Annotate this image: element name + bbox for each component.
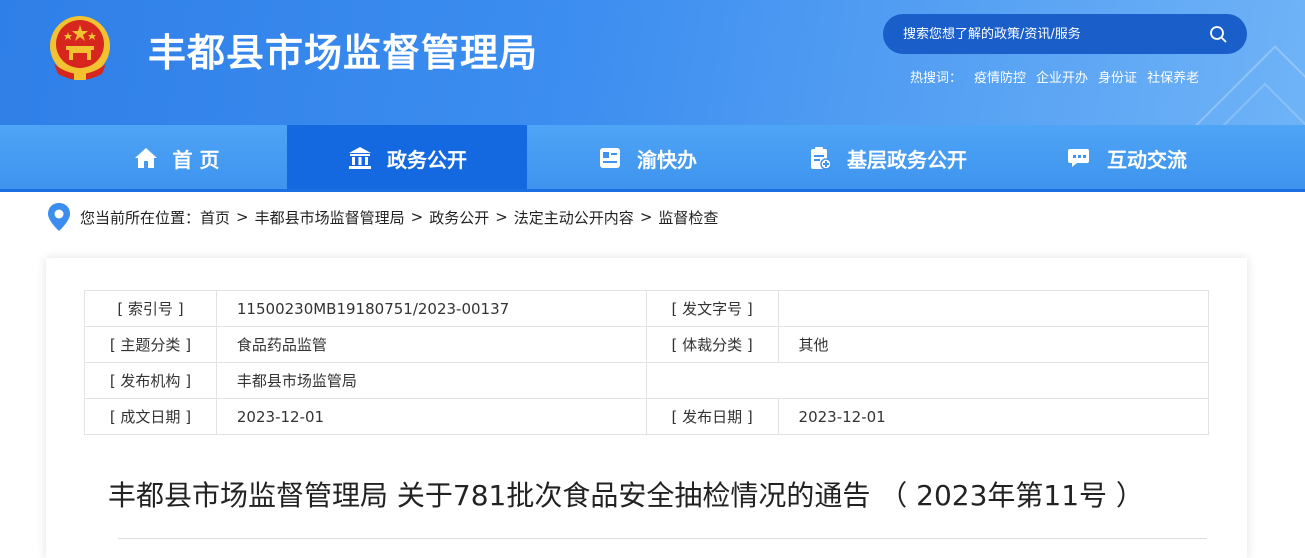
breadcrumb-link[interactable]: 法定主动公开内容 [514,207,634,228]
table-row: [ 索引号 ] 11500230MB19180751/2023-00137 [ … [84,290,1210,327]
hot-search-words: 热搜词： 疫情防控 企业开办 身份证 社保养老 [910,67,1199,86]
breadcrumb-link[interactable]: 首页 [200,207,230,228]
search-input[interactable] [903,26,1209,42]
publisher-value: 丰都县市场监管局 [215,362,647,399]
genre-value: 其他 [777,326,1210,363]
nav-item-label: 首 页 [172,147,220,172]
publish-date-value: 2023-12-01 [777,398,1210,435]
hot-word-link[interactable]: 身份证 [1098,67,1137,86]
topic-label: [ 主题分类 ] [84,326,217,363]
genre-label: [ 体裁分类 ] [645,326,779,363]
national-emblem-icon [50,16,110,80]
nav-item-home[interactable]: 首 页 [66,125,286,191]
breadcrumb-link[interactable]: 丰都县市场监督管理局 [255,207,405,228]
government-building-icon [349,147,371,169]
hot-word-link[interactable]: 企业开办 [1036,67,1088,86]
doc-no-label: [ 发文字号 ] [645,290,779,327]
search-box[interactable] [883,14,1247,54]
breadcrumb-link[interactable]: 政务公开 [429,207,489,228]
hot-search-label: 热搜词： [910,71,963,86]
written-date-value: 2023-12-01 [215,398,647,435]
hot-word-link[interactable]: 疫情防控 [974,67,1026,86]
nav-item-yukuaiban[interactable]: 渝快办 [527,125,767,191]
nav-item-interaction[interactable]: 互动交流 [1027,125,1227,191]
written-date-label: [ 成文日期 ] [84,398,217,435]
index-no-label: [ 索引号 ] [84,290,217,327]
breadcrumb: 您当前所在位置： 首页 > 丰都县市场监督管理局 > 政务公开 > 法定主动公开… [46,202,718,232]
table-row: [ 发布机构 ] 丰都县市场监管局 [84,362,1210,399]
topic-value: 食品药品监管 [215,326,647,363]
breadcrumb-separator: > [236,208,249,226]
breadcrumb-separator: > [495,208,508,226]
table-row: [ 主题分类 ] 食品药品监管 [ 体裁分类 ] 其他 [84,326,1210,363]
empty-cell [645,362,1210,399]
index-no-value: 11500230MB19180751/2023-00137 [215,290,647,327]
nav-bottom-border [0,189,1305,192]
service-card-icon [600,148,620,168]
publisher-label: [ 发布机构 ] [84,362,217,399]
publish-date-label: [ 发布日期 ] [645,398,779,435]
hot-word-link[interactable]: 社保养老 [1147,67,1199,86]
location-pin-icon [48,203,70,231]
site-header: 丰都县市场监督管理局 热搜词： 疫情防控 企业开办 身份证 社保养老 [0,0,1305,125]
breadcrumb-prefix: 您当前所在位置： [80,208,201,227]
nav-item-label: 基层政务公开 [847,147,967,172]
nav-item-label: 渝快办 [637,147,697,172]
nav-item-government-affairs[interactable]: 政务公开 [287,125,527,191]
site-title[interactable]: 丰都县市场监督管理局 [148,22,538,77]
home-icon [134,148,157,168]
breadcrumb-separator: > [639,208,653,226]
nav-item-label: 政务公开 [387,147,467,172]
breadcrumb-separator: > [410,208,424,226]
clipboard-plus-icon [811,147,832,170]
document-metadata-table: [ 索引号 ] 11500230MB19180751/2023-00137 [ … [84,290,1210,435]
breadcrumb-current[interactable]: 监督检查 [658,207,718,228]
doc-no-value [777,290,1210,327]
chat-bubble-icon [1068,149,1089,167]
main-nav: 首 页 政务公开 渝快办 基层政务公开 互动交流 [0,125,1305,191]
search-icon[interactable] [1209,25,1227,43]
article-title: 丰都县市场监督管理局 关于781批次食品安全抽检情况的通告 （ 2023年第11… [108,479,1144,512]
table-row: [ 成文日期 ] 2023-12-01 [ 发布日期 ] 2023-12-01 [84,398,1210,435]
title-divider [118,538,1207,539]
nav-item-grassroots-affairs[interactable]: 基层政务公开 [767,125,1007,191]
nav-item-label: 互动交流 [1107,147,1187,172]
